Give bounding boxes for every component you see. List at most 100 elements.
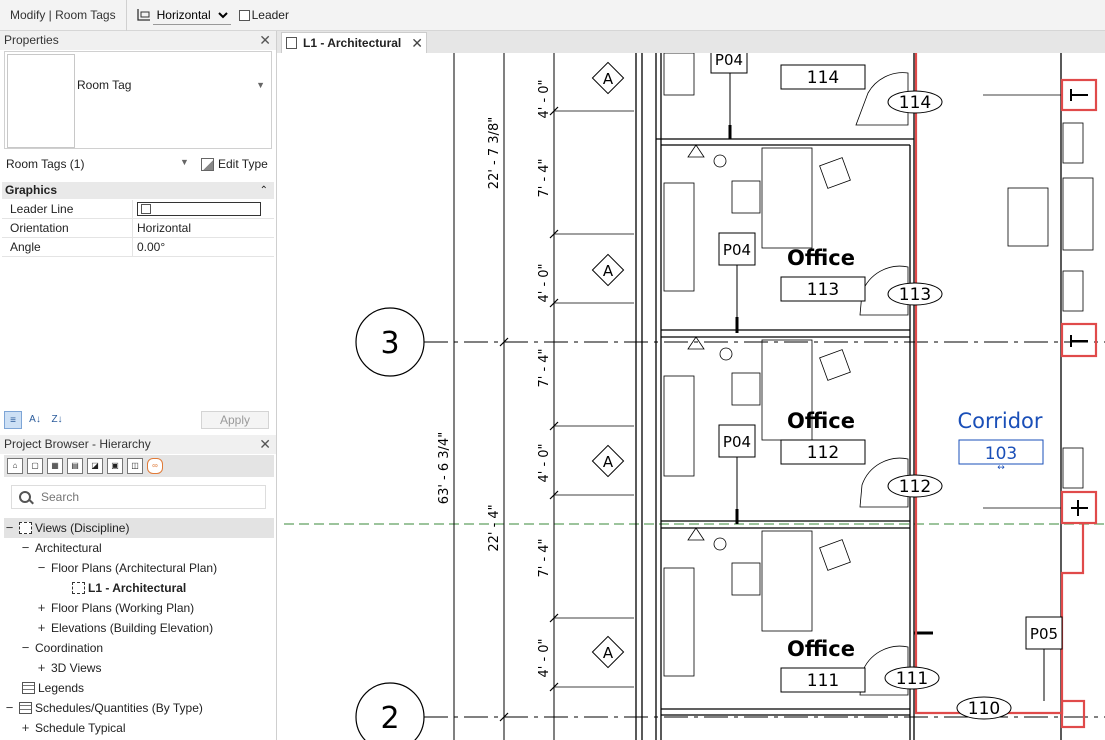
tree-item-3d-views[interactable]: + 3D Views: [36, 658, 102, 678]
edit-type-button[interactable]: Edit Type: [198, 154, 271, 174]
expand-icon[interactable]: +: [20, 718, 31, 738]
browser-search[interactable]: [11, 485, 266, 509]
leader-option[interactable]: Leader: [238, 8, 289, 22]
grid-bubble-2[interactable]: 2: [355, 682, 425, 740]
room-number-tag[interactable]: 112: [807, 443, 839, 463]
room-name[interactable]: Office: [787, 637, 855, 661]
furniture-tag[interactable]: P04: [723, 241, 751, 259]
revit-link-icon[interactable]: ◫: [127, 458, 143, 474]
leader-line-checkbox[interactable]: [141, 204, 151, 215]
tree-item-floor-plans-working[interactable]: + Floor Plans (Working Plan): [36, 598, 194, 618]
schedule-icon[interactable]: ▤: [67, 458, 83, 474]
door-tag[interactable]: 113: [899, 285, 931, 305]
group-icon[interactable]: ▣: [107, 458, 123, 474]
dimension-text[interactable]: 4' - 0": [537, 638, 552, 677]
close-icon[interactable]: ✕: [259, 31, 271, 50]
collapse-icon[interactable]: −: [36, 558, 47, 578]
browser-title-bar: Project Browser - Hierarchy ✕: [0, 435, 276, 454]
dimension-text[interactable]: 63' - 6 3/4": [437, 432, 452, 504]
expand-icon[interactable]: +: [36, 658, 47, 678]
orientation-select[interactable]: Horizontal: [152, 5, 231, 25]
room-number-tag[interactable]: 114: [807, 68, 839, 88]
door-tag[interactable]: 111: [896, 669, 928, 689]
furniture-tag[interactable]: P04: [723, 433, 751, 451]
tree-item-schedules[interactable]: − Schedules/Quantities (By Type): [4, 698, 203, 718]
tree-item-elevations[interactable]: + Elevations (Building Elevation): [36, 618, 213, 638]
dimension-text[interactable]: 22' - 7 3/8": [487, 117, 502, 189]
dimension-text[interactable]: 4' - 0": [537, 263, 552, 302]
section-marker[interactable]: A: [591, 444, 625, 478]
room-name[interactable]: Office: [787, 409, 855, 433]
room-number-tag-corridor[interactable]: 103: [985, 444, 1017, 464]
tree-item-coordination[interactable]: − Coordination: [20, 638, 103, 658]
door-tag[interactable]: 110: [968, 699, 1000, 719]
section-marker[interactable]: A: [591, 61, 625, 95]
dimension-text[interactable]: 22' - 4": [487, 504, 502, 551]
furniture-tag[interactable]: P04: [715, 53, 743, 69]
leader-checkbox[interactable]: [238, 9, 250, 21]
tree-item-l1-architectural[interactable]: L1 - Architectural: [72, 578, 186, 598]
furniture-tag[interactable]: P05: [1030, 625, 1058, 643]
door-tag[interactable]: 114: [899, 93, 931, 113]
tab-l1-architectural[interactable]: L1 - Architectural ✕: [281, 32, 427, 53]
selected-room-tag[interactable]: 103 ↔: [958, 439, 1044, 473]
tab-label: L1 - Architectural: [303, 36, 402, 50]
collapse-icon[interactable]: ⌃: [260, 182, 268, 199]
section-marker-label: A: [603, 262, 614, 280]
dimension-text[interactable]: 7' - 4": [537, 158, 552, 197]
property-row: Leader Line: [2, 200, 274, 219]
close-icon[interactable]: ✕: [411, 35, 423, 52]
floor-plan-icon: [286, 37, 297, 49]
tree-item-label: Coordination: [35, 641, 104, 655]
door-tag[interactable]: 112: [899, 477, 931, 497]
tree-item-schedule-typical[interactable]: + Schedule Typical: [20, 718, 126, 738]
group-header-graphics[interactable]: Graphics ⌃: [2, 182, 274, 199]
sheet-icon[interactable]: ▦: [47, 458, 63, 474]
sort-ascending-icon[interactable]: A↓: [26, 411, 44, 429]
family-icon[interactable]: ◪: [87, 458, 103, 474]
room-name[interactable]: Office: [787, 246, 855, 270]
collapse-icon[interactable]: −: [20, 538, 31, 558]
dimension-text[interactable]: 4' - 0": [537, 443, 552, 482]
close-icon[interactable]: ✕: [259, 435, 271, 454]
tree-item-architectural[interactable]: − Architectural: [20, 538, 102, 558]
search-input[interactable]: [39, 489, 243, 505]
browser-toolbar: ⌂ ▢ ▦ ▤ ◪ ▣ ◫ ∞: [4, 455, 274, 477]
drawing-canvas[interactable]: 3 2 4' - 0" 7' - 4" 4' - 0" 7' - 4" 4' -…: [278, 53, 1105, 740]
collapse-icon[interactable]: −: [4, 698, 15, 718]
view-icon[interactable]: ▢: [27, 458, 43, 474]
room-number-tag[interactable]: 113: [807, 280, 839, 300]
collapse-icon[interactable]: −: [4, 518, 15, 538]
tree-item-floor-plans-architectural[interactable]: − Floor Plans (Architectural Plan): [36, 558, 217, 578]
type-selector[interactable]: Room Tag ▼: [4, 51, 272, 149]
dimension-text[interactable]: 7' - 4": [537, 538, 552, 577]
property-value[interactable]: 0.00°: [132, 237, 274, 257]
tree-item-legends[interactable]: Legends: [22, 678, 84, 698]
link-icon[interactable]: ∞: [147, 458, 163, 474]
expand-icon[interactable]: +: [36, 618, 47, 638]
collapse-icon[interactable]: −: [20, 638, 31, 658]
property-value[interactable]: [132, 200, 274, 219]
leader-line-field[interactable]: [137, 202, 261, 217]
group-sort-icon[interactable]: ≡: [4, 411, 22, 429]
room-name-corridor[interactable]: Corridor: [957, 409, 1042, 433]
section-marker[interactable]: A: [591, 253, 625, 287]
tree-item-label: Schedule Typical: [35, 721, 126, 735]
section-marker[interactable]: A: [591, 635, 625, 669]
dimension-text[interactable]: 7' - 4": [537, 348, 552, 387]
chevron-down-icon[interactable]: ▼: [256, 80, 265, 90]
grid-bubble-3[interactable]: 3: [355, 307, 425, 377]
apply-button[interactable]: Apply: [201, 411, 269, 429]
move-grip-icon[interactable]: ↔: [997, 463, 1005, 473]
schedule-icon: [19, 702, 32, 714]
chevron-down-icon[interactable]: ▼: [180, 157, 189, 167]
home-icon[interactable]: ⌂: [7, 458, 23, 474]
dimension-text[interactable]: 4' - 0": [537, 79, 552, 118]
expand-icon[interactable]: +: [36, 598, 47, 618]
tree-item-views-discipline[interactable]: − Views (Discipline): [4, 518, 274, 538]
sort-descending-icon[interactable]: Z↓: [48, 411, 66, 429]
room-number-tag[interactable]: 111: [807, 671, 839, 691]
view-tab-bar: L1 - Architectural ✕: [277, 31, 1105, 53]
instance-filter[interactable]: Room Tags (1): [6, 157, 84, 171]
property-value[interactable]: Horizontal: [132, 218, 274, 238]
